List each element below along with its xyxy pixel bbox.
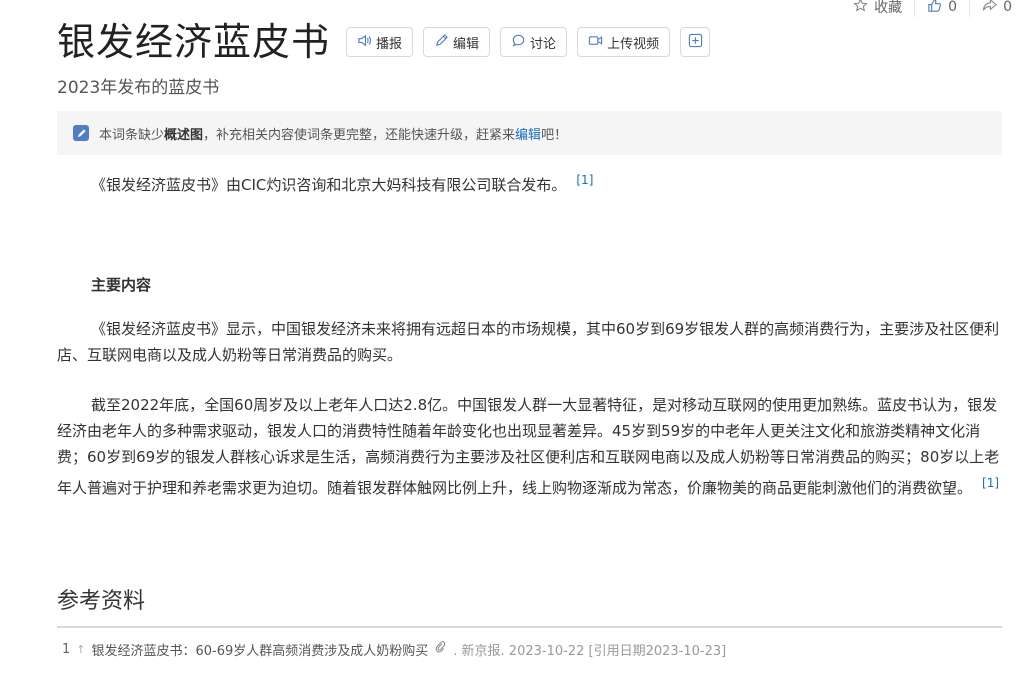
edit-pen-icon [73,125,89,141]
intro-text: 《银发经济蓝皮书》由CIC灼识咨询和北京大妈科技有限公司联合发布。 [91,176,567,194]
discuss-label: 讨论 [530,36,557,52]
references-heading: 参考资料 [57,589,146,614]
notice-text-post: 吧！ [541,127,568,143]
link-icon[interactable] [434,641,447,658]
reference-item: 1 ↑ 银发经济蓝皮书：60-69岁人群高频消费涉及成人奶粉购买 . 新京报. … [62,640,726,659]
speaker-icon [357,33,376,52]
share-icon [982,0,998,17]
citation-link[interactable]: [1] [576,173,593,187]
title-row: 银发经济蓝皮书 播报 编辑 讨论 上传视频 [57,18,720,66]
thumbs-up-icon [927,0,942,17]
back-to-text-icon[interactable]: ↑ [76,643,85,656]
add-button[interactable] [680,27,711,57]
content-paragraph-2: 截至2022年底，全国60周岁及以上老年人口达2.8亿。中国银发人群一大显著特征… [57,392,1002,501]
para1-text: 《银发经济蓝皮书》显示，中国银发经济未来将拥有远超日本的市场规模，其中60岁到6… [57,320,1000,364]
para2-text: 截至2022年底，全国60周岁及以上老年人口达2.8亿。中国银发人群一大显著特征… [57,396,1000,497]
share-button[interactable]: 0 [969,0,1024,17]
like-button[interactable]: 0 [914,0,969,17]
reference-meta: . 新京报. 2023-10-22 [引用日期2023-10-23] [453,644,727,659]
collect-button[interactable]: 收藏 [841,0,914,17]
missing-overview-notice: 本词条缺少 概述图 ，补充相关内容使词条更完整，还能快速升级，赶紧来 编辑 吧！ [57,111,1002,155]
broadcast-button[interactable]: 播报 [346,27,414,57]
collect-label: 收藏 [874,0,903,16]
notice-bold: 概述图 [164,127,204,143]
page-subtitle: 2023年发布的蓝皮书 [57,78,220,98]
like-count: 0 [948,0,958,15]
references-divider [57,626,1002,628]
notice-text-pre: 本词条缺少 [99,127,165,143]
discuss-button[interactable]: 讨论 [500,27,568,57]
notice-text-mid: ，补充相关内容使词条更完整，还能快速升级，赶紧来 [203,127,516,143]
share-count: 0 [1003,0,1012,15]
content-paragraph-1: 《银发经济蓝皮书》显示，中国银发经济未来将拥有远超日本的市场规模，其中60岁到6… [57,316,1002,368]
edit-label: 编辑 [453,36,480,52]
reference-number: 1 [62,642,71,657]
broadcast-label: 播报 [376,36,403,52]
plus-icon [688,33,703,52]
upload-video-button[interactable]: 上传视频 [577,27,671,57]
reference-title-link[interactable]: 银发经济蓝皮书：60-69岁人群高频消费涉及成人奶粉购买 [92,640,429,659]
citation-link[interactable]: [1] [982,476,999,490]
pencil-icon [434,33,453,52]
star-icon [853,0,868,17]
notice-edit-link[interactable]: 编辑 [515,124,541,143]
chat-bubble-icon [511,33,530,52]
video-camera-icon [588,33,607,52]
intro-paragraph: 《银发经济蓝皮书》由CIC灼识咨询和北京大妈科技有限公司联合发布。 [1] [57,167,1002,198]
edit-button[interactable]: 编辑 [423,27,491,57]
page-title: 银发经济蓝皮书 [57,20,331,64]
upload-video-label: 上传视频 [607,36,660,52]
section-heading: 主要内容 [91,276,152,294]
top-action-bar: 收藏 0 0 [841,0,1024,20]
